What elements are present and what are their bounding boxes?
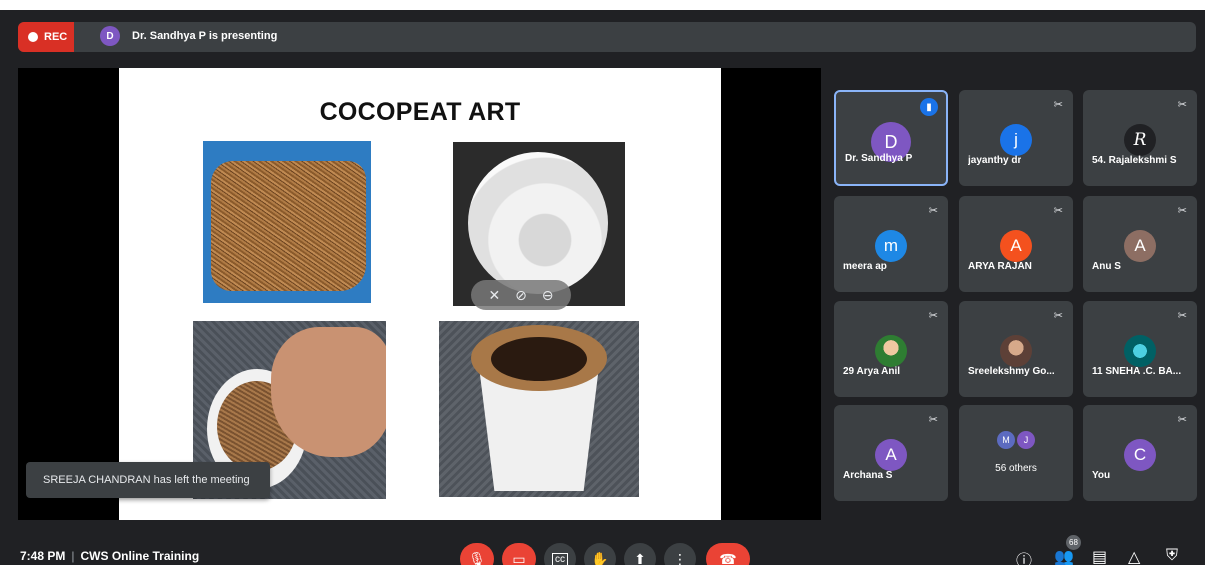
participant-tile[interactable]: ✂ A ARYA RAJAN <box>959 196 1073 292</box>
meeting-topbar: REC D Dr. Sandhya P is presenting <box>18 22 1196 52</box>
more-vert-icon: ⋮ <box>673 550 687 565</box>
mute-presentation-icon[interactable]: ⊘ <box>515 287 527 304</box>
captions-button[interactable]: cc <box>544 543 576 565</box>
participant-name: Sreelekshmy Go... <box>968 366 1055 377</box>
mic-off-icon: ✂ <box>928 414 938 426</box>
avatar-photo <box>875 335 907 367</box>
mic-off-icon: ✂ <box>1177 414 1187 426</box>
participant-name: You <box>1092 470 1111 481</box>
participant-tile[interactable]: ✂ R 54. Rajalekshmi S <box>1083 90 1197 186</box>
others-avatars: M J <box>996 431 1036 449</box>
participant-name: 54. Rajalekshmi S <box>1092 155 1177 166</box>
participant-tile[interactable]: ✂ A Anu S <box>1083 196 1197 292</box>
leave-call-button[interactable]: ☎ <box>706 543 750 565</box>
others-tile[interactable]: M J 56 others <box>959 405 1073 501</box>
meeting-info: 7:48 PM | CWS Online Training <box>20 549 200 563</box>
avatar: j <box>1000 124 1032 156</box>
presentation-stage: COCOPEAT ART ✕ ⊘ ⊖ <box>18 68 821 520</box>
others-count: 56 others <box>995 463 1037 474</box>
avatar: A <box>1124 230 1156 262</box>
activities-icon[interactable]: △ <box>1128 547 1140 565</box>
avatar: J <box>1017 431 1035 449</box>
mic-toggle-button[interactable]: 🎙 <box>460 543 494 565</box>
coir-cup-photo <box>439 321 639 497</box>
presentation-hover-controls[interactable]: ✕ ⊘ ⊖ <box>471 280 571 310</box>
chat-icon[interactable]: ▤ <box>1092 547 1107 565</box>
present-icon: ⬆ <box>634 550 646 565</box>
presenter-banner: D Dr. Sandhya P is presenting <box>100 26 277 46</box>
mic-off-icon: ✂ <box>1053 205 1063 217</box>
mic-off-icon: ✂ <box>1177 205 1187 217</box>
avatar-photo <box>1000 335 1032 367</box>
meeting-name: CWS Online Training <box>80 549 200 563</box>
recording-indicator: REC <box>18 22 74 52</box>
host-controls-icon[interactable]: ⛨ <box>1166 547 1178 565</box>
coir-pile-photo <box>203 141 371 303</box>
top-strip <box>0 0 1205 10</box>
participant-name: 29 Arya Anil <box>843 366 901 377</box>
participant-tile[interactable]: ✂ Sreelekshmy Go... <box>959 301 1073 397</box>
participant-tile[interactable]: ✂ m meera ap <box>834 196 948 292</box>
hang-up-icon: ☎ <box>719 550 737 565</box>
minimize-icon[interactable]: ⊖ <box>542 287 554 304</box>
pin-off-icon[interactable]: ✕ <box>488 287 500 304</box>
participant-count-badge: 68 <box>1066 535 1081 550</box>
meeting-toast: SREEJA CHANDRAN has left the meeting <box>26 462 270 498</box>
camera-toggle-button[interactable]: ▭ <box>502 543 536 565</box>
slide-title: COCOPEAT ART <box>319 98 521 126</box>
participant-name: Archana S <box>843 470 893 481</box>
participant-name: meera ap <box>843 261 887 272</box>
mic-off-icon: ✂ <box>928 205 938 217</box>
avatar-photo <box>1124 335 1156 367</box>
camera-off-icon: ▭ <box>512 550 526 565</box>
participant-tile[interactable]: ✂ A Archana S <box>834 405 948 501</box>
presenter-avatar: D <box>100 26 120 46</box>
avatar: A <box>1000 230 1032 262</box>
mic-off-icon: ✂ <box>1053 99 1063 111</box>
rec-label: REC <box>44 31 68 43</box>
record-dot-icon <box>28 32 38 42</box>
mic-off-icon: ✂ <box>1177 99 1187 111</box>
avatar: M <box>997 431 1015 449</box>
captions-icon: cc <box>552 552 568 565</box>
present-button[interactable]: ⬆ <box>624 543 656 565</box>
info-icon[interactable]: ⓘ <box>1016 547 1032 565</box>
presenter-text: Dr. Sandhya P is presenting <box>132 30 278 42</box>
avatar: C <box>1124 439 1156 471</box>
avatar: R <box>1124 124 1156 156</box>
participant-name: ARYA RAJAN <box>968 261 1032 272</box>
participant-tile-self[interactable]: ✂ C You <box>1083 405 1197 501</box>
mic-off-icon: ✂ <box>1053 310 1063 322</box>
participant-tile[interactable]: ▮ D Dr. Sandhya P <box>834 90 948 186</box>
mic-off-icon: 🎙 <box>468 550 486 565</box>
raise-hand-button[interactable]: ✋ <box>584 543 616 565</box>
mic-off-icon: ✂ <box>1177 310 1187 322</box>
participant-name: Dr. Sandhya P <box>845 153 913 164</box>
participant-tile[interactable]: ✂ 29 Arya Anil <box>834 301 948 397</box>
bottom-bar: 7:48 PM | CWS Online Training 🎙 ▭ cc ✋ ⬆ ⋮… <box>0 535 1205 565</box>
mic-off-icon: ✂ <box>928 310 938 322</box>
participant-name: 11 SNEHA .C. BA... <box>1092 366 1182 377</box>
avatar: A <box>875 439 907 471</box>
participant-name: Anu S <box>1092 261 1121 272</box>
hand-icon: ✋ <box>591 550 609 565</box>
avatar: m <box>875 230 907 262</box>
speaking-icon: ▮ <box>920 98 938 116</box>
participant-name: jayanthy dr <box>968 155 1022 166</box>
participant-tile[interactable]: ✂ j jayanthy dr <box>959 90 1073 186</box>
presentation-slide: COCOPEAT ART ✕ ⊘ ⊖ <box>119 68 721 520</box>
participant-tile[interactable]: ✂ 11 SNEHA .C. BA... <box>1083 301 1197 397</box>
more-options-button[interactable]: ⋮ <box>664 543 696 565</box>
clock-time: 7:48 PM <box>20 549 66 563</box>
